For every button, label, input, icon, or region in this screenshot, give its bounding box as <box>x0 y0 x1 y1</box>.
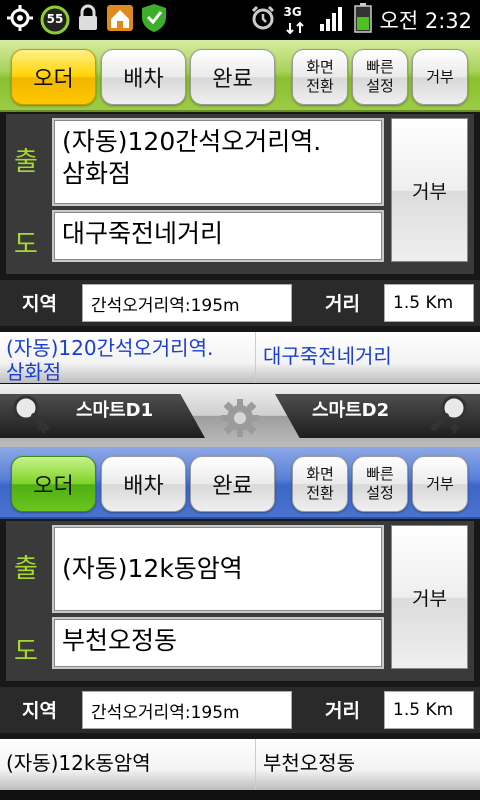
battery-percent-text: 55 <box>46 12 64 26</box>
address-origin-line2: 삼화점 <box>6 360 62 383</box>
tab-reject[interactable]: 거부 <box>412 456 468 512</box>
home-app-icon <box>106 4 134 36</box>
address-destination-text[interactable]: 부천오정동 <box>257 739 480 790</box>
3g-data-icon: 3G <box>284 5 310 35</box>
screen-switch-button[interactable]: 화면 전환 <box>292 456 348 512</box>
origin-line1: (자동)120간석오거리역. <box>62 127 322 156</box>
tab-bar-2: 오더 배차 완료 화면 전환 빠른 설정 거부 <box>0 447 480 519</box>
destination-label: 도 <box>14 637 38 667</box>
address-destination-link[interactable]: 대구죽전네거리 <box>257 332 480 383</box>
region-label: 지역 <box>22 700 57 722</box>
distance-label: 거리 <box>325 293 360 315</box>
destination-label: 도 <box>14 230 38 260</box>
quick-settings-line1: 빠른 <box>366 58 394 76</box>
region-value: 간석오거리역:195m <box>82 691 292 729</box>
battery-charging-icon <box>353 3 372 37</box>
quick-settings-line2: 설정 <box>366 77 394 95</box>
tab-complete[interactable]: 완료 <box>190 49 275 105</box>
destination-field[interactable]: 대구죽전네거리 <box>52 210 384 262</box>
smart-d1-label[interactable]: 스마트D1 <box>76 396 153 422</box>
tab-order[interactable]: 오더 <box>11 49 96 105</box>
tab-dispatch[interactable]: 배차 <box>101 456 186 512</box>
screen-switch-line2: 전환 <box>306 77 334 95</box>
tab-dispatch[interactable]: 배차 <box>101 49 186 105</box>
smart-bar: 스마트D1 스마트D2 <box>0 384 480 447</box>
origin-label: 출 <box>14 147 38 177</box>
tab-bar-1: 오더 배차 완료 화면 전환 빠른 설정 거부 <box>0 40 480 112</box>
order-detail-box: 출 도 (자동)120간석오거리역. 삼화점 대구죽전네거리 거부 <box>6 114 474 274</box>
origin-field[interactable]: (자동)120간석오거리역. 삼화점 <box>52 118 384 206</box>
quick-settings-button[interactable]: 빠른 설정 <box>352 456 408 512</box>
address-row-1: (자동)120간석오거리역. 삼화점 대구죽전네거리 <box>0 332 480 383</box>
distance-value: 1.5 Km <box>384 284 474 322</box>
origin-field[interactable]: (자동)12k동암역 <box>52 525 384 613</box>
zoom-search-right-icon[interactable] <box>428 392 472 440</box>
address-origin-text[interactable]: (자동)12k동암역 <box>0 739 256 790</box>
screen-switch-line1: 화면 <box>306 465 334 483</box>
distance-label: 거리 <box>325 700 360 722</box>
origin-label: 출 <box>14 554 38 584</box>
status-icons-right: 3G 오전 2:32 <box>250 3 472 37</box>
screen-switch-line1: 화면 <box>306 58 334 76</box>
info-row-1: 지역 간석오거리역:195m 거리 1.5 Km <box>0 280 480 326</box>
lock-icon <box>76 4 100 36</box>
shield-check-icon <box>140 3 168 37</box>
dispatch-panel-2: 오더 배차 완료 화면 전환 빠른 설정 거부 출 도 (자동)12k동암역 부… <box>0 447 480 790</box>
clock: 오전 2:32 <box>379 9 472 33</box>
tab-complete[interactable]: 완료 <box>190 456 275 512</box>
gear-icon[interactable] <box>220 398 260 442</box>
destination-field[interactable]: 부천오정동 <box>52 617 384 669</box>
info-row-2: 지역 간석오거리역:195m 거리 1.5 Km <box>0 687 480 733</box>
distance-value: 1.5 Km <box>384 691 474 729</box>
address-row-2: (자동)12k동암역 부천오정동 <box>0 739 480 790</box>
tab-order[interactable]: 오더 <box>11 456 96 512</box>
quick-settings-line2: 설정 <box>366 484 394 502</box>
signal-icon <box>318 4 346 36</box>
region-label: 지역 <box>22 293 57 315</box>
address-origin-link[interactable]: (자동)120간석오거리역. 삼화점 <box>0 332 256 383</box>
zoom-search-left-icon[interactable] <box>10 392 50 440</box>
reject-button[interactable]: 거부 <box>391 118 468 262</box>
screen-switch-button[interactable]: 화면 전환 <box>292 49 348 105</box>
status-bar: 55 3G 오전 2:32 <box>0 0 480 40</box>
smart-d2-label[interactable]: 스마트D2 <box>312 396 389 422</box>
quick-settings-line1: 빠른 <box>366 465 394 483</box>
battery-55-icon: 55 <box>40 5 70 35</box>
origin-line2: 삼화점 <box>62 159 132 188</box>
reject-button[interactable]: 거부 <box>391 525 468 669</box>
status-icons-left: 55 <box>6 3 168 37</box>
screen-switch-line2: 전환 <box>306 484 334 502</box>
alarm-icon <box>250 5 276 35</box>
order-detail-box: 출 도 (자동)12k동암역 부천오정동 거부 <box>6 521 474 681</box>
region-value: 간석오거리역:195m <box>82 284 292 322</box>
gps-icon <box>6 4 34 36</box>
dispatch-panel-1: 오더 배차 완료 화면 전환 빠른 설정 거부 출 도 (자동)120간석오거리… <box>0 40 480 383</box>
address-origin-line1: (자동)120간석오거리역. <box>6 336 214 360</box>
app-root: 55 3G 오전 2:32 오더 배차 완료 화면 전환 빠른 설정 거부 출 … <box>0 0 480 800</box>
tab-reject[interactable]: 거부 <box>412 49 468 105</box>
quick-settings-button[interactable]: 빠른 설정 <box>352 49 408 105</box>
